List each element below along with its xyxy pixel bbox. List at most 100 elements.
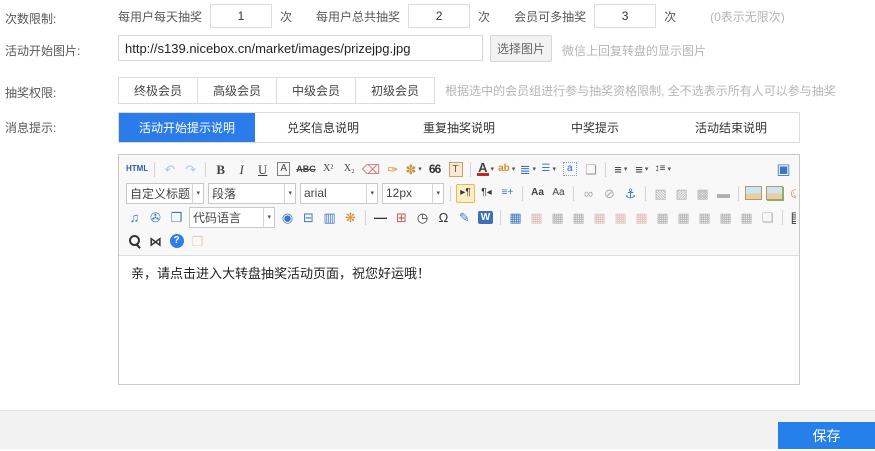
delete-row-icon[interactable]: ▦ — [590, 208, 609, 227]
message-tab[interactable]: 活动结束说明 — [663, 113, 799, 142]
limit-input[interactable] — [594, 4, 656, 28]
ordered-list-icon[interactable]: ≣▾ — [518, 160, 537, 179]
lowercase-icon[interactable]: Aa — [549, 184, 568, 203]
editor-content[interactable]: 亲，请点击进入大转盘抽奖活动页面，祝您好运哦！ — [119, 256, 799, 384]
attachment-icon[interactable]: ✇ — [146, 208, 165, 227]
merge-cells-icon[interactable]: ▦ — [674, 208, 693, 227]
insert-code-icon[interactable]: ◉ — [278, 208, 297, 227]
insert-table-icon[interactable]: ▦ — [506, 208, 525, 227]
insert-file-icon[interactable]: ❒ — [167, 208, 186, 227]
special-char-icon[interactable]: Ω — [434, 208, 453, 227]
line-height-icon[interactable]: ↕≡▾ — [653, 160, 672, 179]
strikethrough-icon[interactable]: ABC — [295, 160, 317, 179]
table-border-icon[interactable]: ▦ — [737, 208, 756, 227]
print-icon[interactable]: ▤ — [788, 208, 796, 227]
save-button[interactable]: 保存 — [778, 422, 875, 449]
toolbar-separator — [500, 210, 501, 225]
permission-row: 抽奖权限: 终极会员高级会员中级会员初级会员根据选中的会员组进行参与抽奖资格限制… — [0, 77, 875, 105]
char-border-icon[interactable]: A — [274, 160, 293, 179]
delete-column-icon[interactable]: ▦ — [611, 208, 630, 227]
graph-icon[interactable]: ❋ — [341, 208, 360, 227]
choose-image-button[interactable]: 选择图片 — [490, 35, 552, 62]
page-break-icon[interactable]: ⊟ — [299, 208, 318, 227]
delete-table-icon[interactable]: ▦ — [527, 208, 546, 227]
inline-code-icon[interactable]: a — [560, 160, 579, 179]
link-icon[interactable]: ∞ — [579, 184, 598, 203]
help-icon[interactable]: ? — [167, 232, 186, 251]
preview-icon[interactable] — [125, 232, 144, 251]
message-tab[interactable]: 重复抽奖说明 — [391, 113, 527, 142]
word-import-icon[interactable]: W — [476, 208, 495, 227]
image-placeholder-icon[interactable] — [744, 184, 763, 203]
horizontal-rule-icon[interactable]: — — [371, 208, 390, 227]
paragraph-select[interactable]: 段落▾ — [208, 183, 296, 204]
clear-cell-icon[interactable]: ❏ — [758, 208, 777, 227]
font-color-icon[interactable]: A▾ — [476, 160, 495, 179]
music-icon[interactable]: ♫ — [125, 208, 144, 227]
cell-properties-icon[interactable]: ▦ — [569, 208, 588, 227]
html-source-button[interactable]: HTML — [125, 160, 149, 179]
code-language-select[interactable]: 代码语言▾ — [189, 207, 275, 228]
insert-column-icon[interactable]: ▦ — [653, 208, 672, 227]
columns-icon[interactable]: ▥ — [320, 208, 339, 227]
indent-icon[interactable]: ▸¶ — [456, 184, 475, 203]
editor-toolbar: HTML↶↷BIUAABCX²X₂⌫✑✽▾66TA▾ab▾≣▾☰▾a❏≡▾≡▾↕… — [119, 155, 799, 256]
limit-unit-label: 次 — [478, 8, 490, 25]
image-align-none-icon[interactable]: ▬ — [714, 184, 733, 203]
clean-format-icon[interactable]: ✑ — [383, 160, 402, 179]
limit-input[interactable] — [210, 4, 272, 28]
superscript-icon[interactable]: X² — [319, 160, 338, 179]
clock-icon[interactable]: ◷ — [413, 208, 432, 227]
member-option-button[interactable]: 高级会员 — [197, 77, 277, 104]
image-align-center-icon[interactable]: ▨ — [672, 184, 691, 203]
image-url-input[interactable] — [118, 35, 483, 61]
italic-icon[interactable]: I — [232, 160, 251, 179]
limit-input[interactable] — [408, 4, 470, 28]
format-painter-icon[interactable]: ✽▾ — [404, 160, 423, 179]
message-tab[interactable]: 兑奖信息说明 — [255, 113, 391, 142]
split-column-icon[interactable]: ▦ — [716, 208, 735, 227]
blockquote-icon[interactable]: 66 — [425, 160, 444, 179]
undo-icon[interactable]: ↶ — [160, 160, 179, 179]
split-row-icon[interactable]: ▦ — [695, 208, 714, 227]
message-tab[interactable]: 活动开始提示说明 — [119, 113, 255, 142]
member-option-button[interactable]: 中级会员 — [276, 77, 356, 104]
font-size-select[interactable]: 12px▾ — [382, 183, 444, 204]
message-tab[interactable]: 中奖提示 — [527, 113, 663, 142]
align-top-icon[interactable]: ≡▾ — [611, 160, 630, 179]
member-option-button[interactable]: 终极会员 — [118, 77, 198, 104]
calendar-icon[interactable]: ⊞ — [392, 208, 411, 227]
heading-style-select[interactable]: 自定义标题▾ — [126, 183, 204, 204]
toolbar-separator — [470, 162, 471, 177]
image-align-right-icon[interactable]: ▩ — [693, 184, 712, 203]
align-middle-icon[interactable]: ≡▾ — [632, 160, 651, 179]
highlight-color-icon[interactable]: ab▾ — [497, 160, 516, 179]
fullscreen-icon[interactable]: ▣ — [774, 160, 793, 179]
redo-icon[interactable]: ↷ — [181, 160, 200, 179]
member-option-button[interactable]: 初级会员 — [355, 77, 435, 104]
underline-icon[interactable]: U — [253, 160, 272, 179]
paste-clipboard-icon[interactable]: ❐ — [188, 232, 207, 251]
image-align-left-icon[interactable]: ▧ — [651, 184, 670, 203]
new-document-icon[interactable]: ❏ — [581, 160, 600, 179]
unordered-list-icon[interactable]: ☰▾ — [539, 160, 558, 179]
signature-icon[interactable]: ✎ — [455, 208, 474, 227]
outdent-icon[interactable]: ¶◂ — [477, 184, 496, 203]
eraser-icon[interactable]: ⌫ — [361, 160, 381, 179]
subscript-icon[interactable]: X₂ — [340, 160, 359, 179]
uppercase-icon[interactable]: Aa — [528, 184, 547, 203]
bold-icon[interactable]: B — [211, 160, 230, 179]
paste-text-icon[interactable]: T — [446, 160, 465, 179]
emoticon-icon[interactable]: ☺ — [786, 184, 796, 203]
unlink-icon[interactable]: ⊘ — [600, 184, 619, 203]
toolbar-separator — [205, 162, 206, 177]
font-family-select[interactable]: arial▾ — [300, 183, 378, 204]
toolbar-row: ⋈?❐ — [122, 229, 796, 253]
paragraph-add-icon[interactable]: ≡+ — [498, 184, 517, 203]
anchor-icon[interactable]: ⚓ — [621, 184, 640, 203]
insert-image-icon[interactable] — [765, 184, 784, 203]
limit-unit-label: 次 — [280, 8, 292, 25]
insert-row-icon[interactable]: ▦ — [632, 208, 651, 227]
find-replace-icon[interactable]: ⋈ — [146, 232, 165, 251]
table-properties-icon[interactable]: ▦ — [548, 208, 567, 227]
